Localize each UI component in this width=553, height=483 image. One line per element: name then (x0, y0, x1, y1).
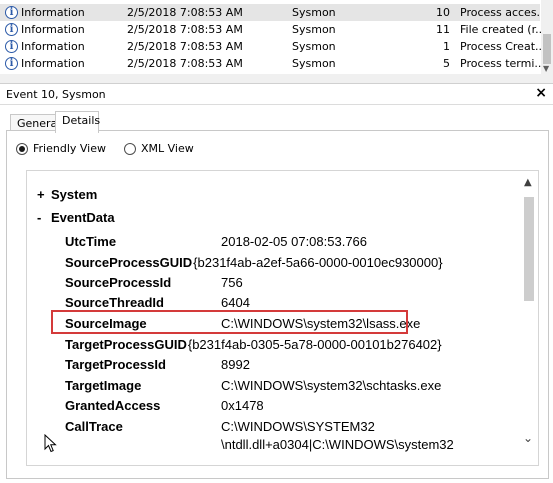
event-level: Information (21, 23, 85, 36)
field-targetprocessid: TargetProcessId 8992 (65, 357, 250, 372)
details-scrollbar[interactable]: ▲ ⌄ (521, 171, 538, 465)
field-value: 2018-02-05 07:08:53.766 (221, 234, 368, 249)
field-name: CallTrace (65, 419, 123, 434)
event-source: Sysmon (292, 40, 336, 53)
field-value: \ntdll.dll+a0304|C:\WINDOWS\system32 (221, 437, 454, 452)
information-icon: i (5, 23, 18, 36)
details-pane-title: Event 10, Sysmon (6, 88, 106, 101)
event-id: 1 (443, 40, 450, 53)
radio-unchecked-icon[interactable] (124, 142, 136, 155)
event-source: Sysmon (292, 6, 336, 19)
scrollbar-thumb[interactable] (524, 197, 534, 301)
event-task: Process termi... (460, 57, 545, 70)
field-calltrace: CallTrace C:\WINDOWS\SYSTEM32 (65, 419, 375, 434)
event-task: Process Creat... (460, 40, 546, 53)
event-row[interactable]: i Information 2/5/2018 7:08:53 AM Sysmon… (0, 55, 545, 72)
field-name: SourceProcessId (65, 275, 172, 290)
event-date: 2/5/2018 7:08:53 AM (127, 23, 243, 36)
event-list: i Information 2/5/2018 7:08:53 AM Sysmon… (0, 0, 553, 74)
event-row[interactable]: i Information 2/5/2018 7:08:53 AM Sysmon… (0, 21, 546, 38)
mouse-cursor-icon (44, 434, 57, 453)
field-name: SourceThreadId (65, 295, 164, 310)
event-row[interactable]: i Information 2/5/2018 7:08:53 AM Sysmon… (0, 38, 546, 55)
field-sourcethreadid: SourceThreadId 6404 (65, 295, 250, 310)
event-level: Information (21, 40, 85, 53)
field-targetimage: TargetImage C:\WINDOWS\system32\schtasks… (65, 378, 441, 393)
eventdata-section[interactable]: - EventData (37, 210, 115, 225)
system-section[interactable]: + System (37, 187, 97, 202)
field-value: {b231f4ab-0305-5a78-0000-00101b276402} (187, 337, 442, 352)
field-sourceprocessguid: SourceProcessGUID{b231f4ab-a2ef-5a66-000… (65, 255, 443, 270)
event-date: 2/5/2018 7:08:53 AM (127, 6, 243, 19)
close-icon[interactable]: × (535, 85, 547, 101)
scroll-down-icon[interactable]: ⌄ (523, 431, 533, 445)
event-task: Process acces... (460, 6, 548, 19)
collapse-icon[interactable]: - (37, 210, 51, 225)
event-date: 2/5/2018 7:08:53 AM (127, 40, 243, 53)
field-name: TargetProcessGUID (65, 337, 187, 352)
event-source: Sysmon (292, 23, 336, 36)
event-source: Sysmon (292, 57, 336, 70)
tab-details[interactable]: Details (55, 111, 100, 133)
field-sourceprocessid: SourceProcessId 756 (65, 275, 243, 290)
radio-checked-icon[interactable] (16, 142, 28, 155)
details-tabs: General Details (0, 105, 553, 134)
scroll-up-icon[interactable]: ▲ (524, 177, 532, 188)
event-level: Information (21, 57, 85, 70)
field-grantedaccess: GrantedAccess 0x1478 (65, 398, 264, 413)
scrollbar-thumb[interactable] (543, 34, 551, 64)
event-date: 2/5/2018 7:08:53 AM (127, 57, 243, 70)
event-row[interactable]: i Information 2/5/2018 7:08:53 AM Sysmon… (0, 4, 547, 21)
expand-icon[interactable]: + (37, 187, 51, 202)
xml-view-radio[interactable]: XML View (124, 142, 194, 155)
eventdata-label: EventData (51, 210, 115, 225)
field-name: UtcTime (65, 234, 117, 249)
field-value: 8992 (221, 357, 250, 372)
field-value: {b231f4ab-a2ef-5a66-0000-0010ec930000} (193, 255, 443, 270)
friendly-view-radio[interactable]: Friendly View (16, 142, 106, 155)
field-name: TargetProcessId (65, 357, 166, 372)
field-targetprocessguid: TargetProcessGUID{b231f4ab-0305-5a78-000… (65, 337, 442, 352)
details-pane-header: Event 10, Sysmon × (0, 84, 553, 105)
field-name: TargetImage (65, 378, 142, 393)
sourceimage-highlight-box (51, 310, 408, 334)
friendly-view-label: Friendly View (33, 142, 106, 155)
information-icon: i (5, 6, 18, 19)
field-name: GrantedAccess (65, 398, 161, 413)
information-icon: i (5, 57, 18, 70)
scroll-down-icon[interactable]: ▼ (543, 64, 549, 73)
field-value: 0x1478 (221, 398, 264, 413)
field-utctime: UtcTime 2018-02-05 07:08:53.766 (65, 234, 367, 249)
event-id: 10 (436, 6, 450, 19)
field-value: 756 (221, 275, 243, 290)
field-name: SourceProcessGUID (65, 255, 193, 270)
event-id: 5 (443, 57, 450, 70)
field-value: C:\WINDOWS\SYSTEM32 (221, 419, 375, 434)
event-details-frame: + System - EventData UtcTime 2018-02-05 07… (26, 170, 539, 466)
information-icon: i (5, 40, 18, 53)
system-label: System (51, 187, 98, 202)
event-level: Information (21, 6, 85, 19)
pane-splitter[interactable] (0, 74, 553, 84)
field-value: C:\WINDOWS\system32\schtasks.exe (221, 378, 442, 393)
event-task: File created (r... (460, 23, 546, 36)
field-value: 6404 (221, 295, 250, 310)
event-list-scrollbar[interactable]: ▼ (541, 0, 553, 74)
field-calltrace-continuation: \ntdll.dll+a0304|C:\WINDOWS\system32 (221, 437, 454, 452)
event-id: 11 (436, 23, 450, 36)
xml-view-label: XML View (141, 142, 194, 155)
